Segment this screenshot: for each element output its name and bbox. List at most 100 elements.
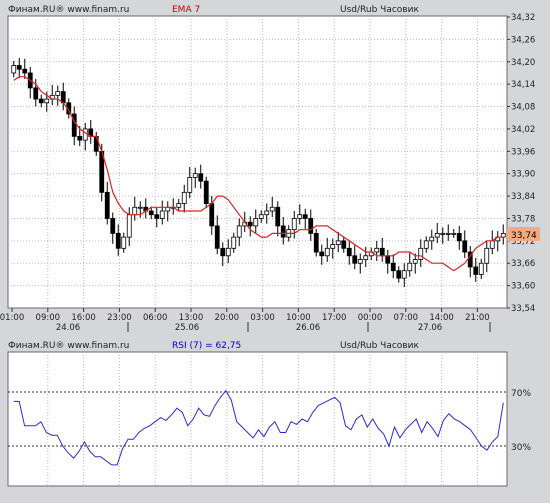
- price-tick-label: 33,60: [511, 282, 535, 292]
- candle-body-down: [275, 206, 281, 227]
- candle-body-up: [159, 210, 165, 219]
- price-tick-label: 33,84: [511, 192, 535, 202]
- candle-body-down: [341, 240, 347, 249]
- candle-body-up: [335, 240, 341, 245]
- price-axis: 34,32 34,26 34,20 34,14 34,08 34,02 33,96 33,90…: [507, 13, 535, 314]
- candle-body-up: [407, 262, 413, 272]
- candle-body-down: [115, 232, 121, 249]
- time-tick-label: 10:00: [286, 313, 311, 323]
- candle: [313, 228, 319, 257]
- candle-body-down: [214, 225, 220, 249]
- candle-body-up: [363, 255, 369, 260]
- candle-body-down: [313, 232, 319, 253]
- price-tick-label: 34,08: [511, 103, 535, 113]
- price-tick-label: 34,32: [511, 13, 535, 23]
- candle-body-down: [220, 247, 226, 257]
- price-tick-label: 33,78: [511, 214, 535, 224]
- candle-body-up: [11, 65, 17, 74]
- time-tick-label: 00:00: [358, 313, 383, 323]
- candle-body-down: [198, 173, 204, 182]
- candle-body-down: [319, 251, 325, 257]
- candle-body-up: [231, 236, 237, 249]
- top-indicator-label: EMA 7: [172, 5, 200, 15]
- candle-body-up: [489, 240, 495, 249]
- candle-body-down: [473, 266, 479, 275]
- date-label: 24.06: [56, 323, 80, 333]
- price-plot-area: [7, 15, 508, 309]
- candle-body-down: [77, 135, 83, 141]
- candle-body-down: [209, 203, 215, 227]
- candle-body-up: [440, 232, 446, 235]
- candle-body-up: [258, 214, 264, 219]
- candle-body-up: [126, 214, 132, 238]
- price-tick-label: 33,54: [511, 304, 535, 314]
- candle-body-up: [132, 206, 138, 216]
- candle-body-up: [324, 247, 330, 257]
- time-tick-label: 17:00: [322, 313, 347, 323]
- candle-body-up: [236, 225, 242, 238]
- time-tick-label: 23:00: [107, 313, 132, 323]
- bottom-indicator-label: RSI (7) = 62,75: [172, 341, 241, 351]
- candle-body-down: [247, 221, 253, 227]
- bottom-source-label: Финам.RU® www.finam.ru: [8, 341, 129, 351]
- candle-body-up: [297, 214, 303, 219]
- time-tick-label: 06:00: [143, 313, 168, 323]
- candle-body-up: [181, 191, 187, 204]
- candle-body-up: [192, 173, 198, 178]
- candle-body-down: [302, 214, 308, 219]
- date-label: 27.06: [418, 323, 442, 333]
- rsi-plot-area: [7, 351, 508, 487]
- candle-body-up: [484, 247, 490, 264]
- candle-body-up: [401, 270, 407, 279]
- candle-body-up: [445, 232, 451, 235]
- date-label: 26.06: [296, 323, 320, 333]
- candle-body-up: [225, 247, 231, 257]
- candle-body-down: [462, 240, 468, 253]
- candle-body-down: [104, 191, 110, 219]
- candle-body-up: [55, 91, 61, 96]
- date-label: 25.06: [175, 323, 199, 333]
- candle-body-up: [434, 232, 440, 238]
- candle-body-up: [264, 210, 270, 216]
- price-tick-label: 34,20: [511, 58, 535, 68]
- candle-body-down: [280, 225, 286, 238]
- candle-body-up: [374, 247, 380, 253]
- candle-body-down: [148, 210, 154, 216]
- candle-body-down: [379, 247, 385, 257]
- candle-body-up: [478, 262, 484, 275]
- price-tick-label: 34,26: [511, 35, 535, 45]
- candle-body-up: [418, 247, 424, 260]
- candle-body-up: [429, 236, 435, 242]
- bottom-title-label: Usd/Rub Часовик: [340, 341, 419, 351]
- price-tick-label: 33,96: [511, 147, 535, 157]
- candle-body-up: [412, 259, 418, 264]
- time-tick-label: 14:00: [429, 313, 454, 323]
- time-tick-label: 09:00: [36, 313, 61, 323]
- time-axis: 01:00 09:00 16:00 23:00 06:00 13:00 20:00 03:00…: [0, 308, 491, 333]
- price-tick-label: 34,02: [511, 125, 535, 135]
- candle-body-down: [38, 98, 44, 104]
- candle-body-up: [253, 218, 259, 227]
- candle-body-down: [33, 87, 39, 100]
- rsi-30-label: 30%: [511, 443, 531, 453]
- candle-body-down: [346, 247, 352, 257]
- candle-body-up: [82, 128, 88, 141]
- time-tick-label: 03:00: [250, 313, 275, 323]
- candle-body-up: [291, 218, 297, 231]
- candle: [203, 176, 209, 209]
- candle-body-up: [44, 98, 50, 104]
- price-tick-label: 33,66: [511, 259, 535, 269]
- candle-body-down: [385, 255, 391, 264]
- time-tick-label: 07:00: [394, 313, 419, 323]
- candle-body-up: [121, 236, 127, 249]
- candle-body-down: [203, 180, 209, 204]
- candle-body-up: [176, 203, 182, 208]
- chart-canvas: 34,32 34,26 34,20 34,14 34,08 34,02 33,96 33,90…: [0, 5, 540, 487]
- rsi-70-label: 70%: [511, 389, 531, 399]
- candle-body-up: [137, 206, 143, 209]
- candle-body-up: [330, 244, 336, 249]
- candle-body-down: [110, 218, 116, 234]
- chart-window: 34,32 34,26 34,20 34,14 34,08 34,02 33,96 33,90…: [0, 0, 550, 499]
- candle-body-up: [187, 177, 193, 193]
- candle-body-up: [423, 240, 429, 249]
